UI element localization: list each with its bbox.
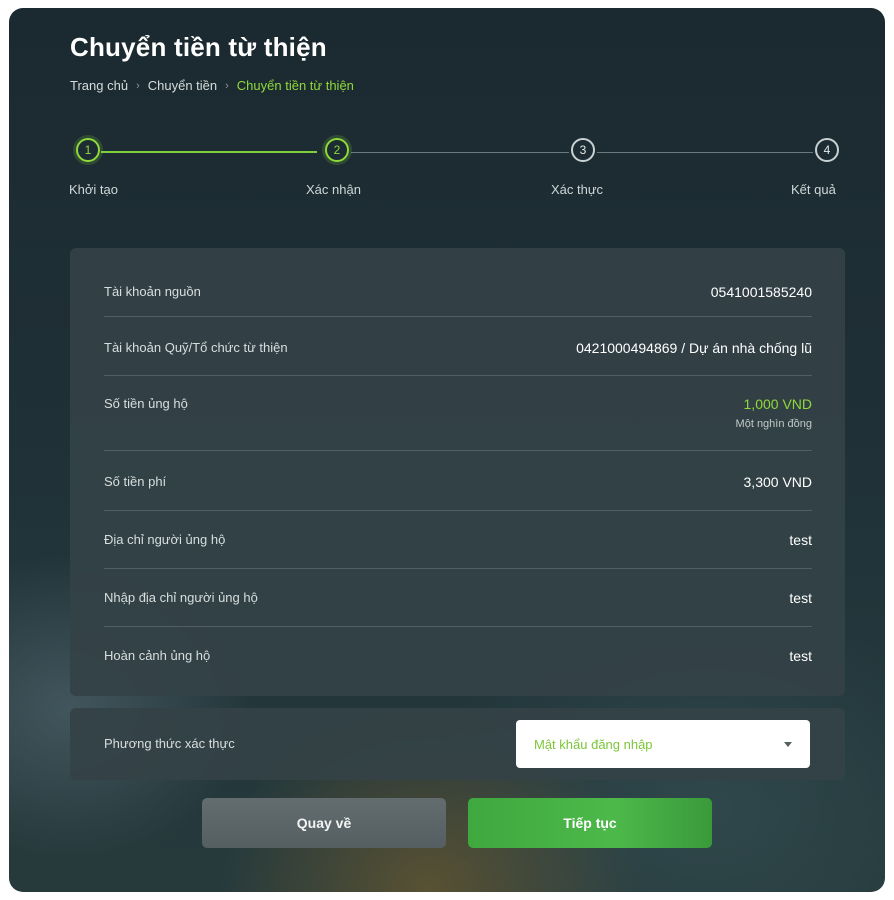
step-3-circle: 3 (571, 138, 595, 162)
amount-in-words: Một nghìn đồng (735, 418, 812, 430)
detail-row-source-account: Tài khoản nguồn 0541001585240 (104, 284, 812, 300)
detail-row-fee: Số tiền phí 3,300 VND (104, 474, 812, 490)
step-4-label: Kết quả (791, 182, 836, 197)
step-3-label: Xác thực (551, 182, 604, 197)
detail-label: Nhập địa chỉ người ủng hộ (104, 590, 258, 605)
detail-value: test (789, 648, 812, 664)
breadcrumb-separator-icon: › (225, 79, 229, 92)
detail-row-donor-address: Địa chỉ người ủng hộ test (104, 532, 812, 548)
step-2-circle: 2 (325, 138, 349, 162)
detail-row-donation-amount: Số tiền ủng hộ 1,000 VND Một nghìn đồng (104, 396, 812, 430)
detail-label: Tài khoản nguồn (104, 284, 201, 299)
detail-label: Tài khoản Quỹ/Tổ chức từ thiện (104, 340, 288, 355)
detail-row-enter-donor-address: Nhập địa chỉ người ủng hộ test (104, 590, 812, 606)
continue-button[interactable]: Tiếp tục (468, 798, 712, 848)
row-divider (104, 316, 812, 317)
detail-label: Số tiền phí (104, 474, 167, 489)
stepper-line-pending (351, 152, 569, 153)
detail-row-charity-account: Tài khoản Quỹ/Tổ chức từ thiện 042100049… (104, 340, 812, 356)
detail-value: 3,300 VND (743, 474, 812, 490)
detail-value: 0421000494869 / Dự án nhà chống lũ (576, 340, 812, 356)
page-title: Chuyển tiền từ thiện (70, 32, 327, 62)
auth-method-card: Phương thức xác thực Mật khẩu đăng nhập (70, 708, 845, 780)
detail-row-donation-context: Hoàn cảnh ủng hộ test (104, 648, 812, 664)
detail-label: Số tiền ủng hộ (104, 396, 188, 411)
row-divider (104, 375, 812, 376)
row-divider (104, 568, 812, 569)
step-4-circle: 4 (815, 138, 839, 162)
breadcrumb-separator-icon: › (136, 79, 140, 92)
step-2-label: Xác nhận (306, 182, 361, 197)
auth-method-selected-value: Mật khẩu đăng nhập (534, 736, 653, 752)
transaction-details-card: Tài khoản nguồn 0541001585240 Tài khoản … (70, 248, 845, 696)
step-1-circle: 1 (76, 138, 100, 162)
auth-method-label: Phương thức xác thực (104, 736, 235, 751)
breadcrumb-item-home[interactable]: Trang chủ (70, 78, 128, 93)
breadcrumb-item-current: Chuyển tiền từ thiện (236, 78, 354, 93)
detail-label: Hoàn cảnh ủng hộ (104, 648, 211, 663)
row-divider (104, 510, 812, 511)
breadcrumb-item-transfer[interactable]: Chuyển tiền (148, 78, 217, 93)
page-frame: Chuyển tiền từ thiện Trang chủ › Chuyển … (9, 8, 885, 892)
detail-value: test (789, 590, 812, 606)
progress-stepper: 1 2 3 4 Khởi tạo Xác nhận Xác thực Kết q… (9, 133, 885, 213)
row-divider (104, 450, 812, 451)
detail-value: test (789, 532, 812, 548)
detail-value-amount: 1,000 VND Một nghìn đồng (736, 396, 812, 430)
amount-value: 1,000 VND (743, 396, 812, 412)
detail-value: 0541001585240 (710, 284, 812, 300)
stepper-line-pending (597, 152, 813, 153)
back-button[interactable]: Quay về (202, 798, 446, 848)
chevron-down-icon (784, 741, 792, 747)
detail-label: Địa chỉ người ủng hộ (104, 532, 226, 547)
row-divider (104, 626, 812, 627)
auth-method-select[interactable]: Mật khẩu đăng nhập (516, 720, 810, 768)
step-1-label: Khởi tạo (69, 182, 118, 197)
breadcrumb: Trang chủ › Chuyển tiền › Chuyển tiền từ… (70, 78, 354, 93)
stepper-line-completed (101, 151, 317, 153)
